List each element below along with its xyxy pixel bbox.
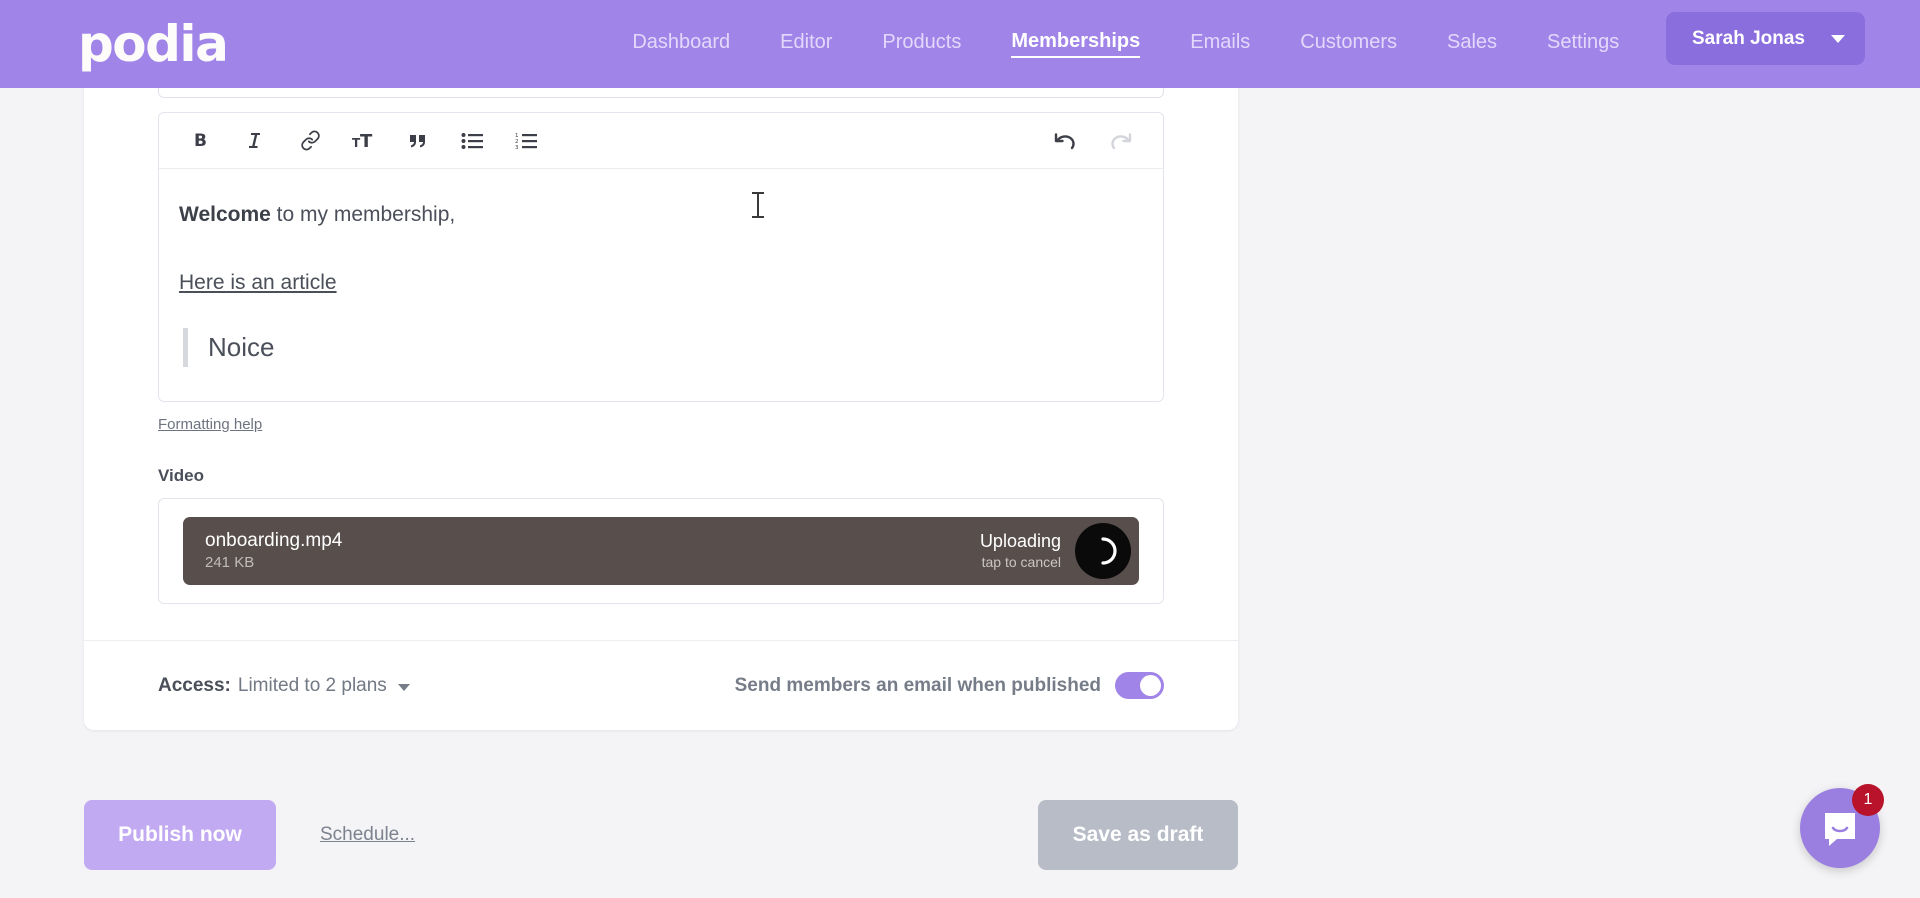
chat-bubble-icon (1825, 813, 1855, 846)
upload-filename: onboarding.mp4 (205, 530, 343, 551)
podia-logo[interactable]: podia (78, 19, 229, 69)
user-menu-button[interactable]: Sarah Jonas (1666, 12, 1865, 65)
email-notify-label: Send members an email when published (734, 674, 1101, 696)
heading-icon[interactable]: T T (337, 121, 391, 161)
chevron-down-icon (397, 683, 410, 691)
nav-item-sales[interactable]: Sales (1447, 31, 1497, 57)
text-cursor (752, 192, 764, 218)
publish-now-button[interactable]: Publish now (84, 800, 276, 870)
italic-icon[interactable] (229, 121, 283, 161)
video-upload-box: onboarding.mp4 241 KB Uploading tap to c… (158, 498, 1164, 604)
upload-file-info: onboarding.mp4 241 KB (205, 529, 342, 573)
nav-item-dashboard[interactable]: Dashboard (632, 31, 730, 57)
editor-paragraph-text: to my membership, (270, 203, 456, 226)
nav-item-products[interactable]: Products (882, 31, 961, 57)
user-name-label: Sarah Jonas (1692, 27, 1805, 49)
upload-status-text: Uploading (979, 531, 1061, 552)
upload-spinner[interactable] (1075, 523, 1131, 579)
editor-content-area[interactable]: Welcome to my membership, Here is an art… (159, 169, 1163, 401)
nav-item-settings[interactable]: Settings (1547, 31, 1619, 57)
editor-paragraph-bold: Welcome (179, 203, 271, 226)
editor-paragraph: Welcome to my membership, (179, 199, 1143, 231)
svg-text:B: B (194, 131, 207, 150)
video-section-label: Video (158, 466, 204, 485)
svg-text:3: 3 (515, 145, 519, 150)
upload-filesize: 241 KB (205, 553, 255, 571)
email-notify-toggle[interactable] (1115, 672, 1164, 699)
post-settings-footer: Access: Limited to 2 plans Send members … (84, 640, 1238, 730)
nav-item-editor[interactable]: Editor (780, 31, 832, 57)
top-navigation-bar: podia Dashboard Editor Products Membersh… (0, 0, 1920, 88)
chat-unread-badge: 1 (1852, 784, 1884, 816)
numbered-list-icon[interactable]: 1 2 3 (499, 121, 553, 161)
undo-icon[interactable] (1039, 121, 1093, 161)
toggle-knob (1140, 675, 1161, 696)
nav-item-emails[interactable]: Emails (1190, 31, 1250, 57)
main-nav: Dashboard Editor Products Memberships Em… (632, 30, 1619, 58)
rich-text-editor[interactable]: B T T 1 2 3 Welcome to my membership, He… (158, 112, 1164, 402)
formatting-help-link[interactable]: Formatting help (158, 416, 262, 433)
chat-widget-button[interactable]: 1 (1800, 784, 1884, 868)
chevron-down-icon (1831, 34, 1845, 43)
editor-blockquote: Noice (183, 328, 1143, 367)
editor-article-link[interactable]: Here is an article (179, 267, 337, 299)
access-selector[interactable]: Access: Limited to 2 plans (158, 675, 410, 697)
bold-icon[interactable]: B (175, 121, 229, 161)
svg-text:T: T (360, 131, 373, 150)
nav-item-memberships[interactable]: Memberships (1011, 30, 1141, 58)
editor-toolbar: B T T 1 2 3 (159, 113, 1163, 169)
upload-cancel-hint: tap to cancel (981, 553, 1061, 570)
link-icon[interactable] (283, 121, 337, 161)
save-as-draft-button[interactable]: Save as draft (1038, 800, 1238, 870)
access-value: Limited to 2 plans (237, 674, 387, 696)
post-editor-card: B T T 1 2 3 Welcome to my membership, He… (84, 40, 1238, 730)
upload-status-group: Uploading tap to cancel (980, 523, 1135, 579)
editor-link-line: Here is an article (179, 267, 1143, 329)
upload-progress-bar[interactable]: onboarding.mp4 241 KB Uploading tap to c… (183, 517, 1139, 585)
schedule-link[interactable]: Schedule... (320, 824, 415, 846)
email-notify-row: Send members an email when published (735, 672, 1164, 699)
page-actions: Publish now Schedule... Save as draft (84, 800, 1238, 870)
redo-icon[interactable] (1093, 121, 1147, 161)
nav-item-customers[interactable]: Customers (1300, 31, 1397, 57)
upload-status: Uploading tap to cancel (980, 531, 1061, 571)
post-editor-body: B T T 1 2 3 Welcome to my membership, He… (84, 98, 1238, 640)
quote-icon[interactable] (391, 121, 445, 161)
access-label: Access: (158, 674, 231, 696)
bullet-list-icon[interactable] (445, 121, 499, 161)
